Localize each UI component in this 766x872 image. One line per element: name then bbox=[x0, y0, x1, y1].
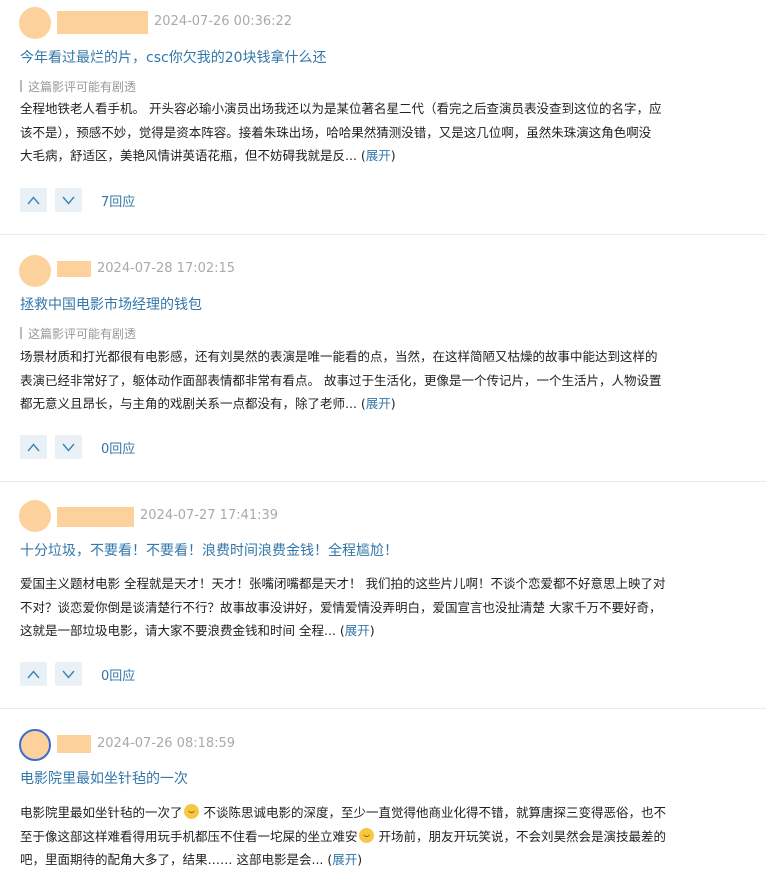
downvote-button[interactable] bbox=[55, 662, 82, 686]
expand-link[interactable]: 展开 bbox=[366, 148, 391, 163]
username-redacted[interactable] bbox=[57, 507, 134, 527]
body-line: 不对？谈恋爱你倒是谈清楚行不行？故事故事没讲好，爱情爱情没弄明白，爱国宣言也没扯… bbox=[20, 599, 662, 615]
review-title[interactable]: 拯救中国电影市场经理的钱包 bbox=[20, 295, 202, 315]
emoji-icon bbox=[183, 804, 199, 819]
downvote-icon bbox=[62, 443, 75, 452]
expand-link[interactable]: 展开 bbox=[366, 396, 391, 411]
avatar[interactable] bbox=[19, 7, 51, 39]
upvote-icon bbox=[27, 669, 40, 678]
upvote-icon bbox=[27, 442, 40, 451]
vote-bar: 0回应 bbox=[20, 435, 135, 459]
review-body: 全程地铁老人看手机。 开头容必瑜小演员出场我还以为是某位著名星二代（看完之后查演… bbox=[20, 97, 758, 168]
upvote-button[interactable] bbox=[20, 662, 47, 686]
spoiler-bar bbox=[20, 80, 22, 92]
body-line: 这就是一部垃圾电影，请大家不要浪费金钱和时间 全程... (展开) bbox=[20, 623, 375, 638]
review-time: 2024-07-28 17:02:15 bbox=[97, 261, 236, 276]
downvote-icon bbox=[62, 196, 75, 205]
review-title[interactable]: 电影院里最如坐针毡的一次 bbox=[20, 769, 188, 789]
body-text: 电影院里最如坐针毡的一次了 bbox=[20, 805, 183, 820]
username-redacted[interactable] bbox=[57, 261, 91, 277]
vote-bar: 0回应 bbox=[20, 662, 135, 686]
review-card: 2024-07-26 08:18:59 电影院里最如坐针毡的一次 电影院里最如坐… bbox=[0, 709, 766, 872]
avatar[interactable] bbox=[19, 255, 51, 287]
expand-link[interactable]: 展开 bbox=[332, 852, 357, 867]
body-text: 吧，里面期待的配角大多了，结果…… 这部电影是会... bbox=[20, 852, 324, 867]
upvote-icon bbox=[27, 195, 40, 204]
review-title[interactable]: 十分垃圾，不要看！不要看！浪费时间浪费金钱！全程尴尬！ bbox=[20, 541, 398, 561]
spoiler-text: 这篇影评可能有剧透 bbox=[28, 327, 137, 341]
body-text: 至于像这部这样难看得用玩手机都压不住看一坨屎的坐立难安 bbox=[20, 828, 358, 844]
body-text: 大毛病，舒适区，美艳风情讲英语花瓶，但不妨碍我就是反... bbox=[20, 148, 357, 163]
body-line: 吧，里面期待的配角大多了，结果…… 这部电影是会... (展开) bbox=[20, 852, 363, 867]
body-line: 全程地铁老人看手机。 开头容必瑜小演员出场我还以为是某位著名星二代（看完之后查演… bbox=[20, 101, 662, 116]
emoji-icon bbox=[358, 827, 374, 843]
reply-count-link[interactable]: 0回应 bbox=[101, 665, 135, 684]
body-line: 大毛病，舒适区，美艳风情讲英语花瓶，但不妨碍我就是反... (展开) bbox=[20, 148, 396, 163]
review-body: 场景材质和打光都很有电影感，还有刘昊然的表演是唯一能看的点，当然，在这样简陋又枯… bbox=[20, 345, 758, 416]
downvote-button[interactable] bbox=[55, 188, 82, 212]
expand-link[interactable]: 展开 bbox=[345, 623, 370, 638]
body-text: 开场前，朋友开玩笑说，不会刘昊然会是演技最差的 bbox=[374, 828, 666, 844]
body-line: 至于像这部这样难看得用玩手机都压不住看一坨屎的坐立难安 开场前，朋友开玩笑说，不… bbox=[20, 825, 758, 849]
review-card: 2024-07-27 17:41:39 十分垃圾，不要看！不要看！浪费时间浪费金… bbox=[0, 482, 766, 709]
reply-count-link[interactable]: 7回应 bbox=[101, 191, 135, 210]
body-line: 都无意义且昂长，与主角的戏剧关系一点都没有，除了老师... (展开) bbox=[20, 396, 396, 411]
review-body: 电影院里最如坐针毡的一次了 不谈陈思诚电影的深度，至少一直觉得他商业化得不错，就… bbox=[20, 801, 758, 872]
upvote-button[interactable] bbox=[20, 435, 47, 459]
review-title[interactable]: 今年看过最烂的片，csc你欠我的20块钱拿什么还 bbox=[20, 48, 327, 68]
upvote-button[interactable] bbox=[20, 188, 47, 212]
review-time: 2024-07-26 00:36:22 bbox=[154, 14, 293, 29]
downvote-button[interactable] bbox=[55, 435, 82, 459]
username-redacted[interactable] bbox=[57, 735, 91, 753]
body-line: 爱国主义题材电影 全程就是天才！天才！张嘴闭嘴都是天才！ 我们拍的这些片儿啊！不… bbox=[20, 576, 666, 591]
body-line: 场景材质和打光都很有电影感，还有刘昊然的表演是唯一能看的点，当然，在这样简陋又枯… bbox=[20, 349, 658, 364]
spoiler-warning: 这篇影评可能有剧透 bbox=[20, 326, 136, 342]
spoiler-warning: 这篇影评可能有剧透 bbox=[20, 79, 136, 95]
review-time: 2024-07-26 08:18:59 bbox=[97, 736, 236, 751]
body-text: 这就是一部垃圾电影，请大家不要浪费金钱和时间 全程... bbox=[20, 623, 336, 638]
body-line: 该不是），预感不妙，觉得是资本阵容。接着朱珠出场，哈哈果然猜测没错，又是这几位啊… bbox=[20, 124, 652, 140]
body-line: 电影院里最如坐针毡的一次了 不谈陈思诚电影的深度，至少一直觉得他商业化得不错，就… bbox=[20, 801, 758, 825]
body-text: 不谈陈思诚电影的深度，至少一直觉得他商业化得不错，就算唐探三变得恶俗，也不 bbox=[199, 805, 666, 820]
avatar[interactable] bbox=[19, 500, 51, 532]
username-redacted[interactable] bbox=[57, 11, 148, 34]
spoiler-bar bbox=[20, 327, 22, 339]
reply-count-link[interactable]: 0回应 bbox=[101, 438, 135, 457]
body-text: 都无意义且昂长，与主角的戏剧关系一点都没有，除了老师... bbox=[20, 396, 357, 411]
review-body: 爱国主义题材电影 全程就是天才！天才！张嘴闭嘴都是天才！ 我们拍的这些片儿啊！不… bbox=[20, 572, 758, 643]
review-card: 2024-07-28 17:02:15 拯救中国电影市场经理的钱包 这篇影评可能… bbox=[0, 235, 766, 482]
avatar[interactable] bbox=[19, 729, 51, 761]
review-card: 2024-07-26 00:36:22 今年看过最烂的片，csc你欠我的20块钱… bbox=[0, 0, 766, 235]
downvote-icon bbox=[62, 670, 75, 679]
body-line: 表演已经非常好了，躯体动作面部表情都非常有看点。 故事过于生活化，更像是一个传记… bbox=[20, 372, 662, 388]
vote-bar: 7回应 bbox=[20, 188, 135, 212]
spoiler-text: 这篇影评可能有剧透 bbox=[28, 80, 137, 94]
review-time: 2024-07-27 17:41:39 bbox=[140, 508, 279, 523]
